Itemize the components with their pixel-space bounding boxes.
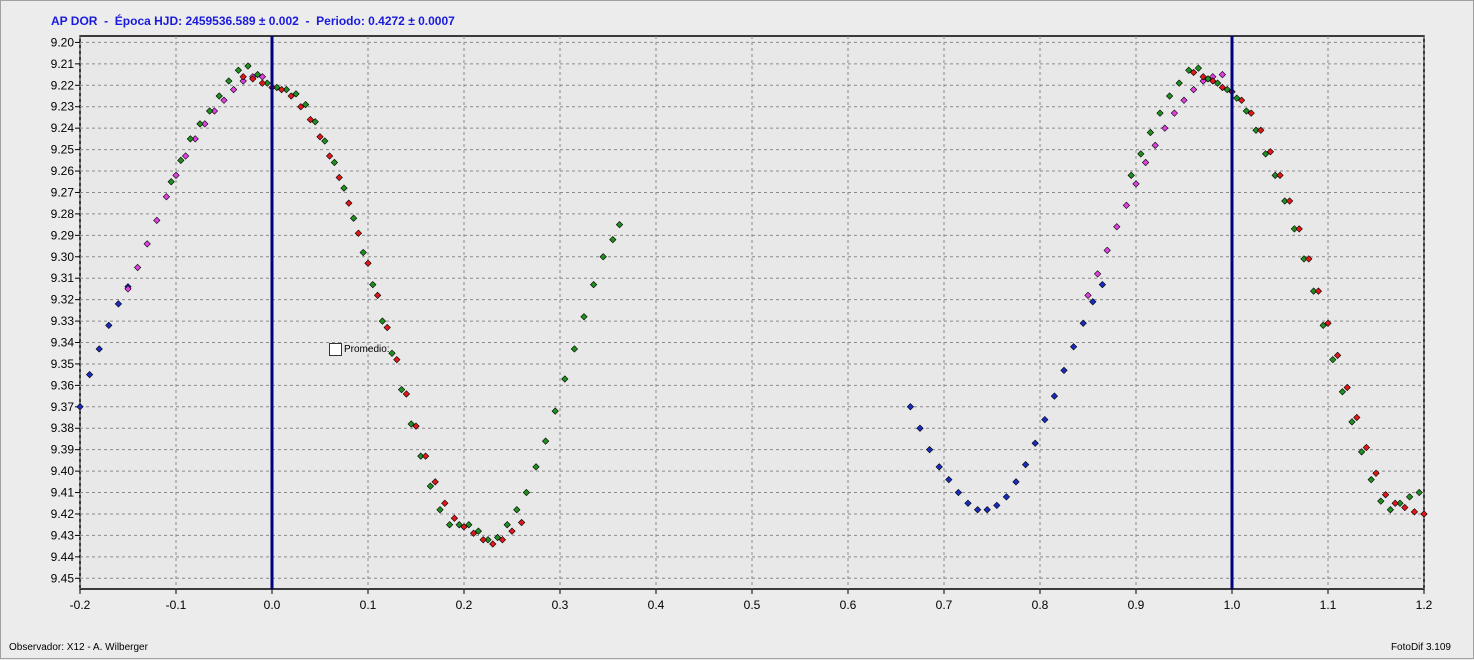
y-tick-label-7: 9.27 (51, 185, 75, 199)
y-tick-label-10: 9.30 (51, 250, 75, 264)
y-tick-label-9: 9.29 (51, 228, 75, 242)
y-tick-label-12: 9.32 (51, 293, 75, 307)
x-tick-label-9: 0.7 (936, 598, 953, 612)
x-tick-label-1: -0.1 (166, 598, 187, 612)
x-tick-label-5: 0.3 (552, 598, 569, 612)
y-tick-label-5: 9.25 (51, 143, 75, 157)
y-tick-label-0: 9.20 (51, 35, 75, 49)
y-tick-label-2: 9.22 (51, 78, 75, 92)
x-tick-label-14: 1.2 (1416, 598, 1433, 612)
y-tick-label-13: 9.33 (51, 314, 75, 328)
y-tick-label-21: 9.41 (51, 486, 75, 500)
y-tick-label-1: 9.21 (51, 57, 75, 71)
x-axis: -0.2 -0.1 0.0 0.1 0.2 0.3 0.4 0.5 0.6 0.7 0.8 0.9 1.… (70, 589, 1433, 612)
y-axis: 9.20 9.21 9.22 9.23 9.24 9.25 9.26 9.27 9.28 9.29… (51, 35, 80, 585)
legend-label: Promedio: (344, 344, 390, 355)
x-tick-label-2: 0.0 (264, 598, 281, 612)
y-tick-label-4: 9.24 (51, 121, 75, 135)
x-tick-label-4: 0.2 (456, 598, 473, 612)
software-label: FotoDif 3.109 (1390, 642, 1451, 653)
x-tick-label-13: 1.1 (1320, 598, 1337, 612)
y-tick-label-25: 9.45 (51, 571, 75, 585)
x-tick-label-8: 0.6 (840, 598, 857, 612)
legend[interactable]: Promedio: (329, 343, 390, 356)
y-tick-label-6: 9.26 (51, 164, 75, 178)
y-tick-label-19: 9.39 (51, 443, 75, 457)
x-tick-label-12: 1.0 (1224, 598, 1241, 612)
x-tick-label-3: 0.1 (360, 598, 377, 612)
y-tick-label-11: 9.31 (51, 271, 75, 285)
x-tick-label-10: 0.8 (1032, 598, 1049, 612)
plot-area: 9.20 9.21 9.22 9.23 9.24 9.25 9.26 9.27 9.28 9.29… (51, 35, 1433, 612)
chart-window: AP DOR - Época HJD: 2459536.589 ± 0.002 … (0, 0, 1474, 659)
y-tick-label-17: 9.37 (51, 400, 75, 414)
x-tick-label-7: 0.5 (744, 598, 761, 612)
promedio-checkbox[interactable] (329, 343, 342, 356)
y-tick-label-8: 9.28 (51, 207, 75, 221)
x-tick-label-6: 0.4 (648, 598, 665, 612)
y-tick-label-24: 9.44 (51, 550, 75, 564)
y-tick-label-22: 9.42 (51, 507, 75, 521)
y-tick-label-23: 9.43 (51, 528, 75, 542)
y-tick-label-3: 9.23 (51, 100, 75, 114)
y-tick-label-14: 9.34 (51, 336, 75, 350)
y-tick-label-18: 9.38 (51, 421, 75, 435)
y-tick-label-15: 9.35 (51, 357, 75, 371)
observer-label: Observador: X12 - A. Wilberger (9, 642, 148, 653)
x-tick-label-0: -0.2 (70, 598, 91, 612)
y-tick-label-16: 9.36 (51, 378, 75, 392)
x-tick-label-11: 0.9 (1128, 598, 1145, 612)
y-tick-label-20: 9.40 (51, 464, 75, 478)
